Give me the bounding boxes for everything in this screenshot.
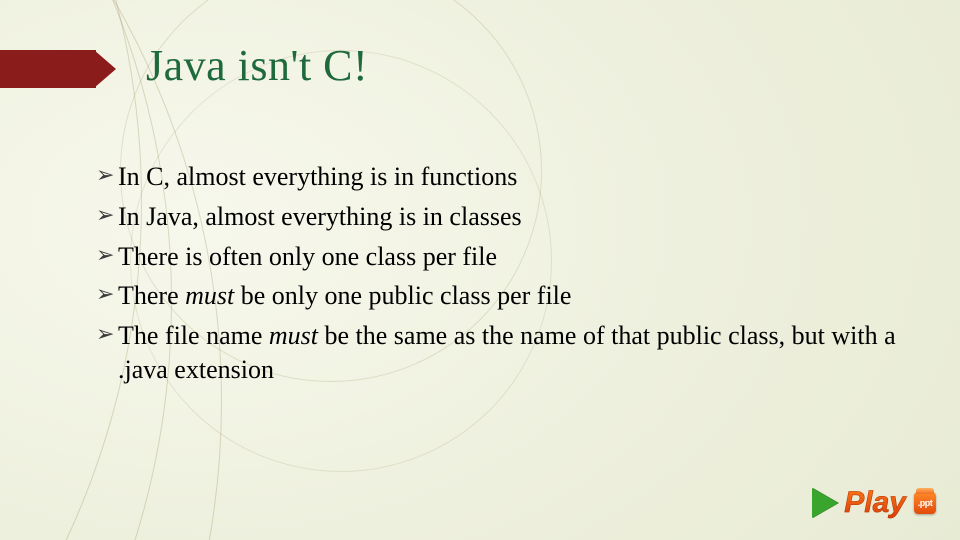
list-item: ➢The file name must be the same as the n… [96, 319, 900, 387]
list-item-text: In C, almost everything is in functions [118, 160, 900, 194]
ppt-badge-label: .ppt [918, 498, 933, 508]
list-item-text: There must be only one public class per … [118, 279, 900, 313]
bullet-glyph-icon: ➢ [96, 279, 118, 310]
list-item-text: There is often only one class per file [118, 240, 900, 274]
ppt-badge-icon: .ppt [914, 492, 936, 514]
bullet-list: ➢In C, almost everything is in functions… [96, 160, 900, 393]
bullet-glyph-icon: ➢ [96, 160, 118, 191]
play-ppt-logo: Play .ppt [812, 486, 936, 520]
title-banner-arrow [0, 45, 120, 93]
list-item: ➢There must be only one public class per… [96, 279, 900, 313]
slide-title: Java isn't C! [146, 40, 368, 91]
slide: Java isn't C! ➢In C, almost everything i… [0, 0, 960, 540]
bullet-glyph-icon: ➢ [96, 319, 118, 350]
list-item-text: In Java, almost everything is in classes [118, 200, 900, 234]
list-item: ➢In C, almost everything is in functions [96, 160, 900, 194]
list-item-text: The file name must be the same as the na… [118, 319, 900, 387]
bullet-glyph-icon: ➢ [96, 200, 118, 231]
list-item: ➢In Java, almost everything is in classe… [96, 200, 900, 234]
play-label: Play [844, 486, 906, 520]
bullet-glyph-icon: ➢ [96, 240, 118, 271]
list-item: ➢There is often only one class per file [96, 240, 900, 274]
play-icon [812, 488, 838, 518]
